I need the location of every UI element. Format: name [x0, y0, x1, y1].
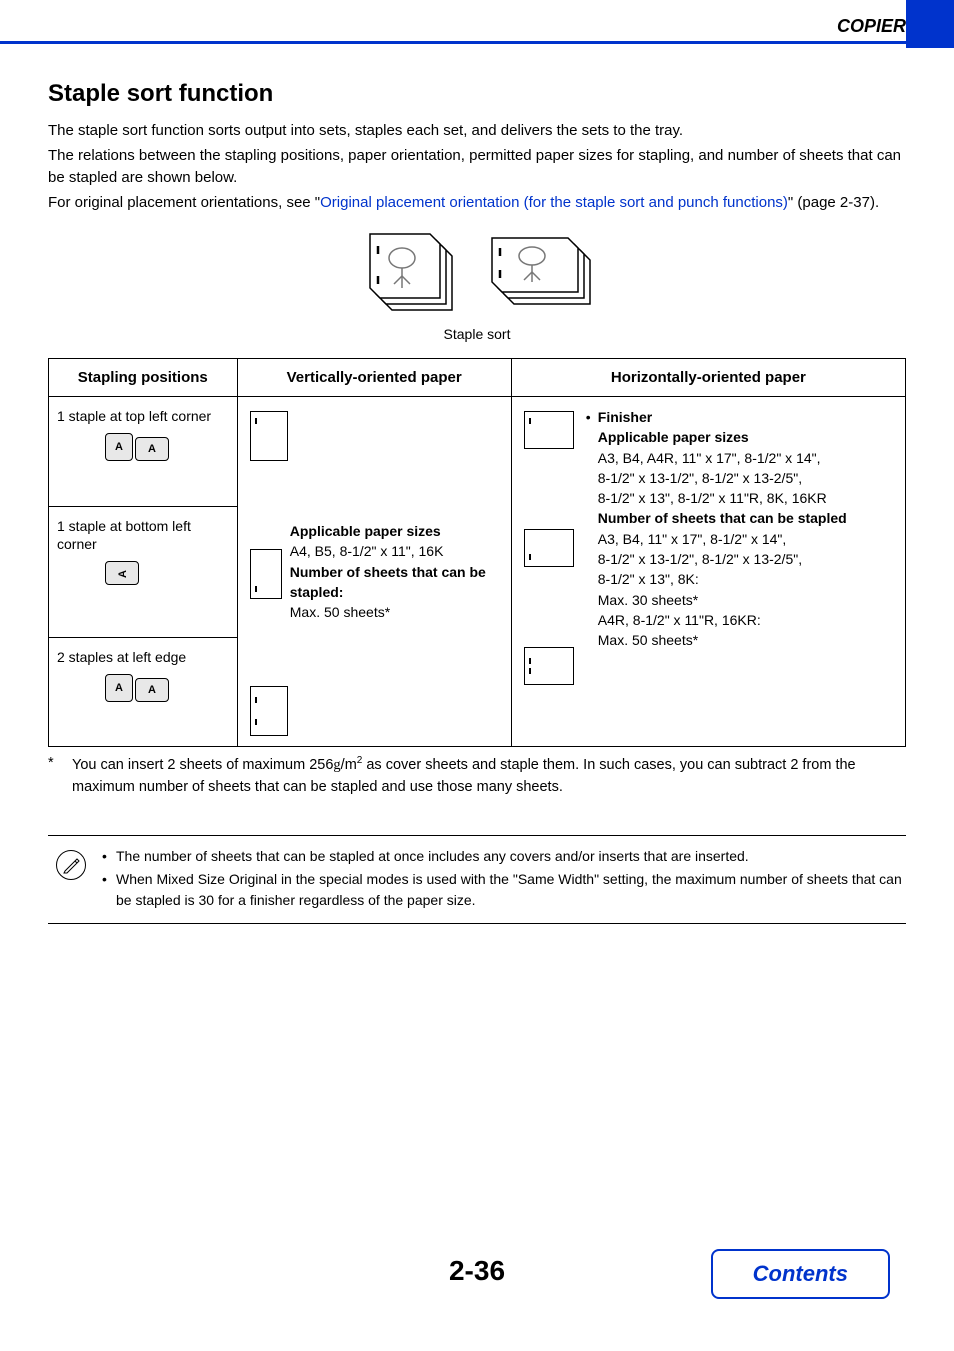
- pencil-note-icon: [56, 850, 86, 880]
- vertical-info: Applicable paper sizes A4, B5, 8-1/2" x …: [290, 521, 503, 622]
- th-positions: Stapling positions: [49, 359, 238, 397]
- footnote-text: You can insert 2 sheets of maximum 256g/…: [72, 753, 906, 798]
- svg-text:A: A: [117, 570, 129, 578]
- h-l9: Max. 30 sheets*: [598, 592, 698, 608]
- cell-2staples: 2 staples at left edge A A: [49, 637, 238, 747]
- staple-table: Stapling positions Vertically-oriented p…: [48, 358, 906, 747]
- h-bullet: Finisher: [598, 407, 652, 427]
- page-title: Staple sort function: [48, 80, 906, 108]
- label-bottomleft: 1 staple at bottom left corner: [57, 517, 229, 553]
- footnote-mark: *: [48, 753, 72, 798]
- accent-stripe: [906, 0, 954, 48]
- v-page-tl-icon: [250, 411, 288, 461]
- h-l4: 8-1/2" x 13", 8-1/2" x 11"R, 8K, 16KR: [598, 490, 827, 506]
- landscape-a-icon-2: A: [135, 678, 169, 702]
- intro-p3: For original placement orientations, see…: [48, 192, 906, 215]
- h-l3: 8-1/2" x 13-1/2", 8-1/2" x 13-2/5",: [598, 470, 802, 486]
- cell-topleft: 1 staple at top left corner A A: [49, 397, 238, 507]
- intro-p2: The relations between the stapling posit…: [48, 145, 906, 190]
- cell-vertical-info: Applicable paper sizes A4, B5, 8-1/2" x …: [237, 397, 511, 747]
- note-b2: When Mixed Size Original in the special …: [116, 869, 906, 911]
- v-l1: Applicable paper sizes: [290, 523, 441, 539]
- v-l2: A4, B5, 8-1/2" x 11", 16K: [290, 543, 444, 559]
- label-2staples: 2 staples at left edge: [57, 648, 229, 666]
- h-l1: Applicable paper sizes: [598, 429, 749, 445]
- intro-p1: The staple sort function sorts output in…: [48, 120, 906, 143]
- cell-horizontal-info: •Finisher Applicable paper sizes A3, B4,…: [511, 397, 905, 747]
- label-topleft: 1 staple at top left corner: [57, 407, 229, 425]
- intro-p3-pre: For original placement orientations, see…: [48, 194, 320, 211]
- contents-button[interactable]: Contents: [711, 1249, 890, 1299]
- v-page-2l-icon: [250, 686, 288, 736]
- note-bullets: •The number of sheets that can be staple…: [102, 846, 906, 913]
- landscape-a-icon: A: [135, 437, 169, 461]
- portrait-a-icon-2: A: [105, 674, 133, 702]
- h-l11: Max. 50 sheets*: [598, 632, 698, 648]
- th-horizontal: Horizontally-oriented paper: [511, 359, 905, 397]
- h-page-tl-icon: [524, 411, 574, 449]
- portrait-a-icon: A: [105, 433, 133, 461]
- illustration-row: [48, 232, 906, 322]
- h-l8: 8-1/2" x 13", 8K:: [598, 571, 699, 587]
- v-l4: Max. 50 sheets*: [290, 604, 390, 620]
- section-label: COPIER: [837, 16, 906, 36]
- staple-vertical-icon: [354, 232, 464, 322]
- h-page-bl-icon: [524, 529, 574, 567]
- th-vertical: Vertically-oriented paper: [237, 359, 511, 397]
- h-page-2l-icon: [524, 647, 574, 685]
- note-block: •The number of sheets that can be staple…: [48, 835, 906, 924]
- illustration-caption: Staple sort: [48, 326, 906, 342]
- h-l2: A3, B4, A4R, 11" x 17", 8-1/2" x 14",: [598, 450, 821, 466]
- staple-horizontal-icon: [480, 232, 600, 322]
- intro-p3-post: " (page 2-37).: [788, 194, 879, 211]
- landscape-a-sideways-icon: A: [105, 561, 139, 585]
- page-header: COPIER: [0, 0, 954, 44]
- horizontal-info: •Finisher Applicable paper sizes A3, B4,…: [586, 407, 847, 651]
- h-l7: 8-1/2" x 13-1/2", 8-1/2" x 13-2/5",: [598, 551, 802, 567]
- h-l6: A3, B4, 11" x 17", 8-1/2" x 14",: [598, 531, 787, 547]
- orientation-link[interactable]: Original placement orientation (for the …: [320, 194, 788, 211]
- footnote: * You can insert 2 sheets of maximum 256…: [48, 753, 906, 798]
- page-content: Staple sort function The staple sort fun…: [0, 44, 954, 924]
- h-l10: A4R, 8-1/2" x 11"R, 16KR:: [598, 612, 761, 628]
- note-b1: The number of sheets that can be stapled…: [116, 846, 749, 867]
- v-page-bl-icon: [250, 549, 282, 599]
- cell-bottomleft: 1 staple at bottom left corner A: [49, 506, 238, 637]
- v-l3: Number of sheets that can be stapled:: [290, 564, 486, 600]
- h-l5: Number of sheets that can be stapled: [598, 510, 847, 526]
